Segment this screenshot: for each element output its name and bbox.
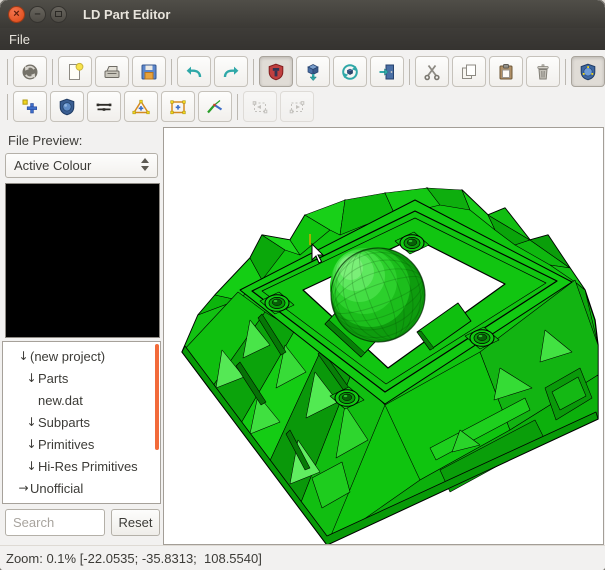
new-file-button[interactable] xyxy=(58,56,92,87)
delete-button[interactable] xyxy=(526,56,560,87)
expand-arrow-icon: ↓ xyxy=(25,371,38,385)
add-quad-icon xyxy=(168,97,188,117)
toolbar-separator xyxy=(565,59,566,85)
model-3d-canvas xyxy=(164,128,603,544)
shield-sphere-studs-icon xyxy=(578,62,598,82)
cut-icon xyxy=(422,62,442,82)
tree-item-label: Primitives xyxy=(38,437,94,452)
add-triangle-button[interactable] xyxy=(124,91,158,122)
toolbar-separator xyxy=(237,94,238,120)
tree-item-label: Subparts xyxy=(38,415,90,430)
toolbar-separator xyxy=(7,59,8,85)
last-session-button[interactable] xyxy=(13,56,47,87)
undo-icon xyxy=(184,62,204,82)
expand-arrow-icon: ↓ xyxy=(25,415,38,429)
colour-dropdown[interactable]: Active Colour xyxy=(5,153,158,178)
toolbar-row-1 xyxy=(5,56,605,87)
cut-button[interactable] xyxy=(415,56,449,87)
redo-button[interactable] xyxy=(214,56,248,87)
close-reference-icon xyxy=(377,62,397,82)
add-line-icon xyxy=(94,97,114,117)
toolbar-separator xyxy=(7,94,8,120)
viewport-3d[interactable] xyxy=(163,127,604,545)
search-input[interactable] xyxy=(5,509,105,536)
spinner-arrows-icon xyxy=(141,158,149,171)
titlebar[interactable]: × – LD Part Editor xyxy=(0,0,605,28)
update-reference-icon xyxy=(340,62,360,82)
add-subfile-button[interactable] xyxy=(50,91,84,122)
merge-to-end-icon xyxy=(287,97,307,117)
toolbar-row-2 xyxy=(5,91,317,122)
tree-item-hires-primitives[interactable]: ↓Hi-Res Primitives xyxy=(3,455,160,477)
paste-icon xyxy=(496,62,516,82)
tree-scrollbar-thumb[interactable] xyxy=(155,344,159,450)
close-window-icon[interactable]: × xyxy=(8,6,25,23)
tree-item-parts[interactable]: ↓Parts xyxy=(3,367,160,389)
tree-item-new-project[interactable]: ↓(new project) xyxy=(3,345,160,367)
status-bar: Zoom: 0.1% [-22.0535; -35.8313; 108.5540… xyxy=(0,545,605,570)
open-file-icon xyxy=(102,62,122,82)
tree-item-label: (new project) xyxy=(30,349,105,364)
copy-icon xyxy=(459,62,479,82)
redo-icon xyxy=(221,62,241,82)
expand-arrow-icon: ↓ xyxy=(25,437,38,451)
expand-arrow-icon: ↓ xyxy=(25,459,38,473)
tree-item-label: Hi-Res Primitives xyxy=(38,459,138,474)
copy-button[interactable] xyxy=(452,56,486,87)
file-preview-label: File Preview: xyxy=(8,133,82,148)
merge-to-end-button[interactable] xyxy=(280,91,314,122)
new-file-icon xyxy=(65,62,85,82)
add-quad-button[interactable] xyxy=(161,91,195,122)
menu-file[interactable]: File xyxy=(0,32,39,47)
add-condline-button[interactable] xyxy=(198,91,232,122)
window-title: LD Part Editor xyxy=(83,7,170,22)
minimize-window-icon[interactable]: – xyxy=(29,6,46,23)
maximize-window-icon[interactable] xyxy=(50,6,67,23)
tree-item-primitives[interactable]: ↓Primitives xyxy=(3,433,160,455)
ref-insert-button[interactable] xyxy=(296,56,330,87)
expand-arrow-icon: → xyxy=(17,481,30,495)
ref-update-button[interactable] xyxy=(333,56,367,87)
last-session-icon xyxy=(20,62,40,82)
paste-button[interactable] xyxy=(489,56,523,87)
tree-item-label: Parts xyxy=(38,371,68,386)
shield-red-icon xyxy=(266,62,286,82)
add-vertex-button[interactable] xyxy=(13,91,47,122)
merge-to-start-icon xyxy=(250,97,270,117)
project-tree: ↓(new project) ↓Parts new.dat ↓Subparts … xyxy=(2,341,161,504)
expand-arrow-icon: ↓ xyxy=(17,349,30,363)
add-vertex-icon xyxy=(20,97,40,117)
add-triangle-icon xyxy=(131,97,151,117)
status-zoom-coordinates: Zoom: 0.1% [-22.0535; -35.8313; 108.5540… xyxy=(6,551,262,566)
insert-reference-icon xyxy=(303,62,323,82)
tree-item-new-dat[interactable]: new.dat xyxy=(3,389,160,411)
add-condline-icon xyxy=(205,97,225,117)
delete-icon xyxy=(533,62,553,82)
app-window: × – LD Part Editor File xyxy=(0,0,605,570)
render-mode-studs-button[interactable] xyxy=(571,56,605,87)
colour-dropdown-value: Active Colour xyxy=(14,158,91,173)
ref-shield-red-button[interactable] xyxy=(259,56,293,87)
reset-button[interactable]: Reset xyxy=(111,509,160,536)
save-file-button[interactable] xyxy=(132,56,166,87)
green-rock-baseplate-model xyxy=(182,188,598,544)
toolbar-separator xyxy=(52,59,53,85)
toolbar-separator xyxy=(253,59,254,85)
ref-close-button[interactable] xyxy=(370,56,404,87)
window-controls: × – xyxy=(8,6,71,23)
file-preview-canvas[interactable] xyxy=(5,183,160,338)
undo-button[interactable] xyxy=(177,56,211,87)
menu-bar: File xyxy=(0,28,605,50)
save-file-icon xyxy=(139,62,159,82)
merge-to-start-button[interactable] xyxy=(243,91,277,122)
tree-item-label: Unofficial xyxy=(30,481,83,496)
tree-item-subparts[interactable]: ↓Subparts xyxy=(3,411,160,433)
add-subfile-icon xyxy=(57,97,77,117)
tree-item-label: new.dat xyxy=(38,393,83,408)
open-file-button[interactable] xyxy=(95,56,129,87)
add-line-button[interactable] xyxy=(87,91,121,122)
toolbar-separator xyxy=(409,59,410,85)
toolbar-separator xyxy=(171,59,172,85)
tree-item-unofficial[interactable]: →Unofficial xyxy=(3,477,160,499)
